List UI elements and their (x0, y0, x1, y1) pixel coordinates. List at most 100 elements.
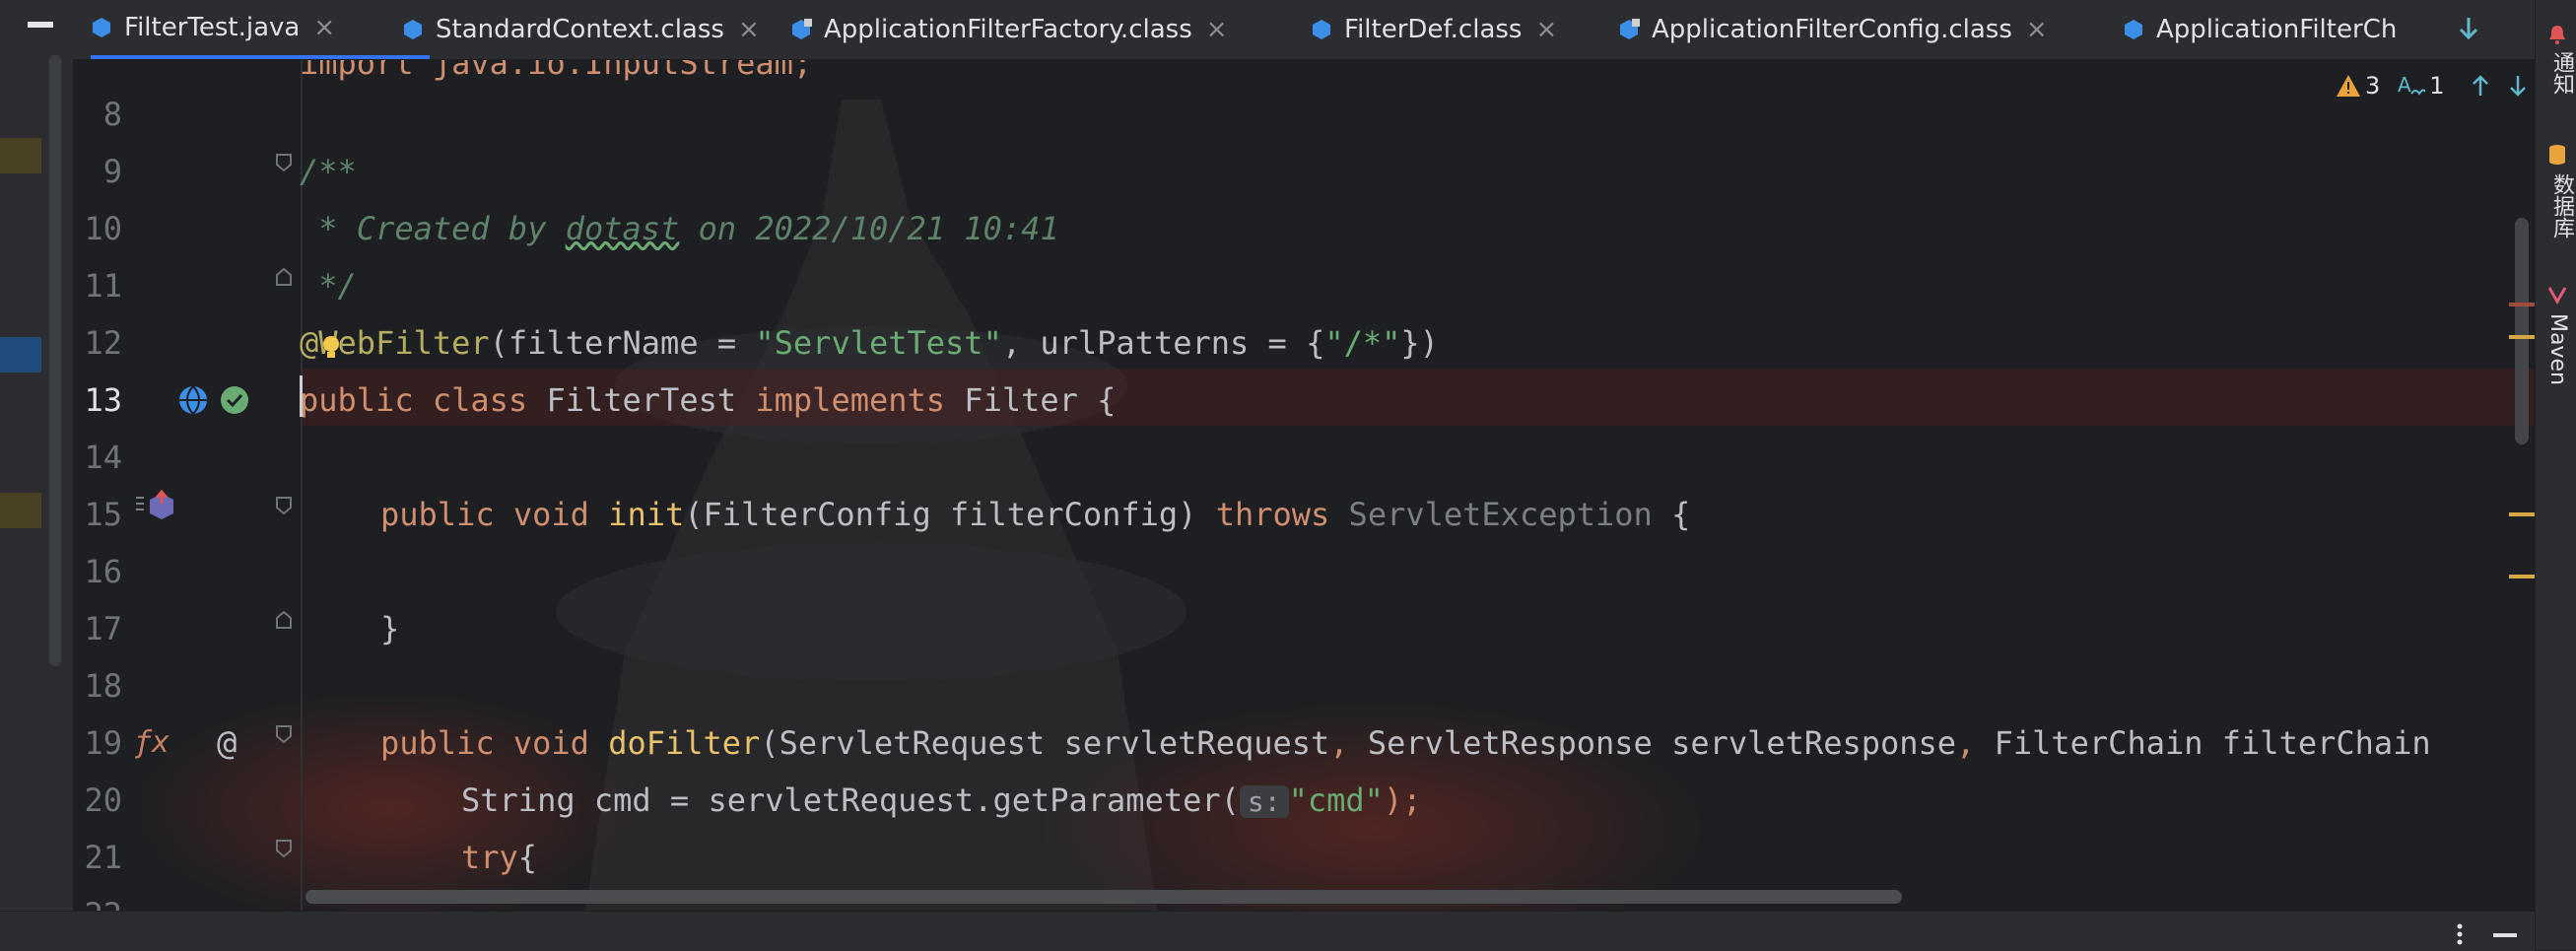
code-token: import java.io.InputStream; (300, 60, 813, 82)
code-token: public (380, 496, 495, 533)
code-token: * Created by (300, 210, 566, 247)
tab-applicationfilterchain-class[interactable]: ApplicationFilterCh (2123, 0, 2448, 59)
code-line-19: public void doFilter(ServletRequest serv… (380, 714, 2431, 772)
code-token: "ServletTest" (755, 324, 1002, 362)
warning-icon (2337, 75, 2360, 97)
maven-icon[interactable] (2547, 284, 2567, 306)
fold-marker-icon[interactable] (276, 840, 292, 857)
code-line-20: String cmd = servletRequest.getParameter… (461, 772, 1421, 831)
tab-applicationfilterconfig-class[interactable]: ApplicationFilterConfig.class × (1618, 0, 2048, 59)
arrow-up-icon[interactable] (2469, 74, 2492, 98)
code-token: /** (300, 153, 357, 190)
code-line-11: */ (300, 257, 357, 314)
code-token: void (512, 724, 589, 762)
parameter-hint: s: (1239, 785, 1289, 818)
editor-gutter: 8 9 10 11 12 13 14 15 16 17 18 19 20 21 … (73, 60, 309, 911)
tab-label: ApplicationFilterCh (2156, 15, 2398, 44)
line-number: 15 (84, 496, 122, 533)
close-icon[interactable]: × (1206, 15, 1228, 44)
more-vertical-icon[interactable] (2454, 921, 2466, 947)
class-file-icon (1620, 19, 1640, 39)
code-line-15: public void init(FilterConfig filterConf… (380, 486, 1690, 543)
tool-database-label[interactable]: 数据库 (2545, 173, 2576, 238)
code-token: try (461, 839, 518, 876)
code-token: "cmd" (1288, 781, 1384, 819)
close-icon[interactable]: × (738, 15, 760, 44)
line-number: 8 (102, 96, 122, 133)
left-structure-strip (0, 0, 73, 911)
tab-label: StandardContext.class (436, 15, 724, 44)
line-number: 17 (84, 610, 122, 647)
horizontal-scrollbar[interactable] (305, 890, 1902, 904)
line-number: 16 (84, 553, 122, 590)
code-editor[interactable]: 8 9 10 11 12 13 14 15 16 17 18 19 20 21 … (73, 60, 2535, 911)
code-line-10: * Created by dotast on 2022/10/21 10:41 (300, 200, 1058, 257)
fold-marker-icon[interactable] (276, 725, 292, 743)
lambda-function-icon[interactable]: ƒx (134, 714, 169, 772)
vertical-scrollbar[interactable] (2515, 218, 2529, 444)
tab-applicationfilterfactory-class[interactable]: ApplicationFilterFactory.class × (790, 0, 1228, 59)
code-token: (FilterConfig filterConfig) (684, 496, 1216, 533)
warning-stripe[interactable] (2509, 575, 2535, 578)
minimize-icon[interactable] (2493, 933, 2517, 937)
code-line-7: import java.io.InputStream; (300, 60, 812, 92)
code-token: } (380, 610, 400, 647)
line-number: 18 (84, 667, 122, 705)
inspection-widget[interactable]: 3 A 1 (2336, 68, 2530, 103)
lightbulb-icon[interactable] (319, 334, 343, 360)
line-number: 19 (84, 724, 122, 762)
class-file-icon (792, 19, 812, 39)
web-globe-icon[interactable] (177, 384, 209, 416)
code-token: init (608, 496, 685, 533)
text-caret (300, 375, 303, 417)
close-icon[interactable]: × (1535, 15, 1557, 44)
close-icon[interactable]: × (313, 13, 335, 42)
right-tool-strip: 通知 数据库 Maven (2535, 0, 2576, 950)
svg-text:A: A (2398, 74, 2411, 97)
left-marker (0, 138, 41, 173)
annotation-at-icon[interactable]: @ (217, 714, 237, 772)
left-marker (0, 493, 41, 528)
code-line-12: @WebFilter(filterName = "ServletTest", u… (300, 314, 1439, 372)
code-token: "/*" (1324, 324, 1401, 362)
left-scrollbar[interactable] (49, 55, 61, 666)
minimize-icon[interactable] (28, 22, 53, 28)
tool-maven-label[interactable]: Maven (2545, 313, 2570, 385)
close-icon[interactable]: × (2026, 15, 2048, 44)
code-token: throws (1215, 496, 1330, 533)
code-token: { (517, 839, 538, 876)
arrow-down-icon[interactable] (2506, 74, 2530, 98)
notification-icon[interactable] (2547, 24, 2567, 45)
warning-stripe[interactable] (2509, 512, 2535, 516)
code-token: implements (755, 381, 946, 419)
tool-notifications-label[interactable]: 通知 (2545, 51, 2576, 95)
check-icon[interactable] (219, 384, 250, 416)
tab-standardcontext-class[interactable]: StandardContext.class × (402, 0, 760, 59)
line-number: 22 (73, 886, 122, 911)
code-token: ServletResponse servletResponse (1348, 724, 1957, 762)
code-line-13: public class FilterTest implements Filte… (300, 372, 1116, 429)
code-token: dotast (565, 210, 680, 247)
fold-marker-icon[interactable] (276, 497, 292, 514)
code-token: public (300, 381, 414, 419)
tab-filterdef-class[interactable]: FilterDef.class × (1311, 0, 1557, 59)
fold-marker-icon[interactable] (276, 268, 292, 286)
editor-tab-bar: FilterTest.java × StandardContext.class … (73, 0, 2535, 60)
implements-method-icon[interactable] (134, 490, 179, 521)
code-line-9: /** (300, 143, 357, 200)
fold-marker-icon[interactable] (276, 154, 292, 171)
code-line-21: try{ (461, 829, 537, 886)
error-stripe[interactable] (2509, 303, 2535, 306)
fold-marker-icon[interactable] (276, 611, 292, 629)
code-token: , (1956, 724, 1976, 762)
class-file-icon (2125, 20, 2142, 39)
arrow-down-icon[interactable] (2454, 14, 2483, 43)
database-icon[interactable] (2547, 144, 2567, 166)
warning-stripe[interactable] (2509, 335, 2535, 339)
left-marker (0, 337, 41, 373)
line-number: 21 (84, 839, 122, 876)
line-number: 12 (84, 324, 122, 362)
line-number: 14 (84, 439, 122, 476)
code-token: FilterChain filterChain (1975, 724, 2431, 762)
tab-filtertest-java[interactable]: FilterTest.java × (91, 0, 430, 59)
